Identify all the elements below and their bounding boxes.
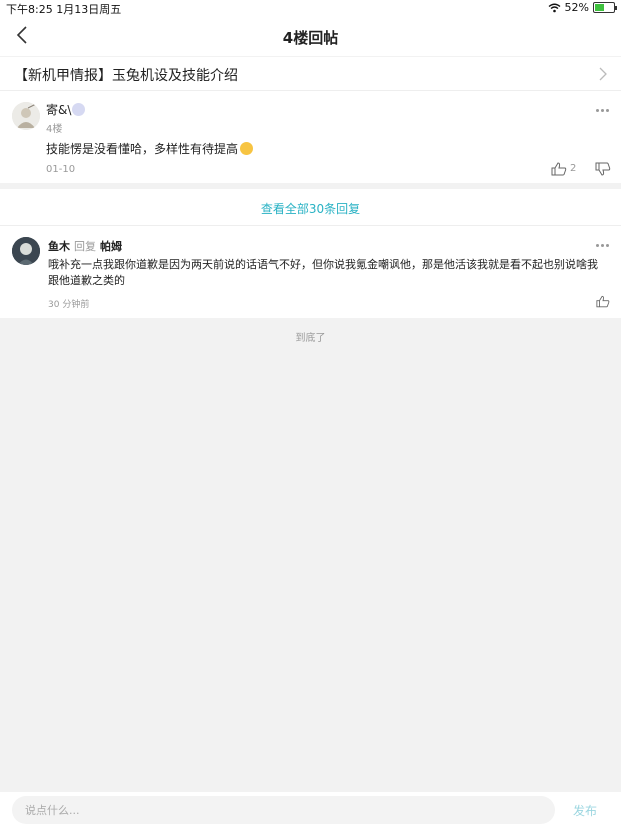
thumbs-up-icon[interactable] (596, 295, 610, 308)
wifi-icon (548, 3, 560, 12)
reply-time: 30 分钟前 (48, 300, 90, 310)
chevron-right-icon (599, 67, 607, 81)
more-options-icon[interactable] (596, 109, 609, 113)
comment-composer: 发布 (0, 792, 621, 828)
reply-content: 哦补充一点我跟你道歉是因为两天前说的话语气不好，但你说我氪金嘲讽他，那是他活该我… (48, 258, 598, 287)
reply-word: 回复 (74, 240, 96, 253)
avatar[interactable] (12, 102, 40, 130)
view-all-replies-button[interactable]: 查看全部30条回复 (0, 189, 621, 226)
reply-item: 鱼木 回复 帕姆 哦补充一点我跟你道歉是因为两天前说的话语气不好，但你说我氪金嘲讽他… (0, 226, 621, 318)
comment-input[interactable] (12, 796, 555, 824)
post-date: 01-10 (46, 164, 76, 175)
like-count: 2 (570, 163, 577, 174)
post-content-text: 技能愣是没看懂哈，多样性有待提高 (46, 142, 239, 156)
post-card: 寄&\ 4楼 技能愣是没看懂哈，多样性有待提高 01-10 2 (0, 91, 621, 183)
nav-bar: 4楼回帖 (0, 16, 621, 56)
thumbs-up-icon[interactable] (551, 162, 567, 176)
avatar[interactable] (12, 237, 40, 265)
battery-icon (593, 2, 617, 13)
publish-button[interactable]: 发布 (573, 802, 597, 819)
floor-number: 4楼 (46, 124, 63, 135)
sweat-smile-emoji-icon (240, 142, 254, 155)
username[interactable]: 寄&\ (46, 101, 71, 118)
battery-percent: 52% (564, 1, 589, 14)
status-bar: 下午8:25 1月13日周五 52% (0, 0, 621, 16)
more-options-icon[interactable] (596, 244, 609, 248)
post-content: 技能愣是没看懂哈，多样性有待提高 (46, 140, 254, 157)
thread-link[interactable]: 【新机甲情报】玉兔机设及技能介绍 (0, 57, 621, 91)
thread-title: 【新机甲情报】玉兔机设及技能介绍 (14, 68, 238, 84)
view-all-label: 查看全部30条回复 (260, 202, 361, 216)
page-title: 4楼回帖 (282, 29, 339, 47)
reply-meta: 鱼木 回复 帕姆 (48, 238, 122, 254)
end-of-list-label: 到底了 (295, 333, 326, 344)
level-badge-icon (72, 103, 85, 116)
status-time-date: 下午8:25 1月13日周五 (6, 3, 122, 16)
reply-username[interactable]: 鱼木 (48, 240, 70, 253)
thumbs-down-icon[interactable] (595, 162, 611, 176)
reply-target-username[interactable]: 帕姆 (100, 240, 122, 253)
status-right: 52% (548, 1, 617, 14)
